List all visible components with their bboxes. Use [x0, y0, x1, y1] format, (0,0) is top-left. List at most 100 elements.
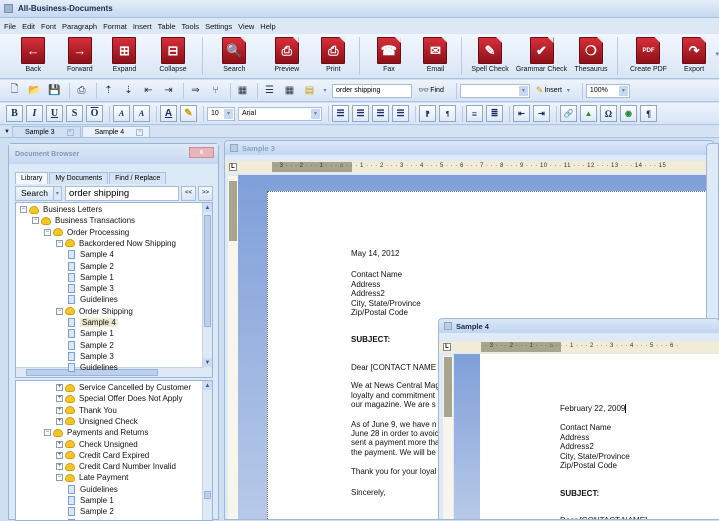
scroll-up-icon[interactable]: ▲ — [203, 381, 212, 390]
window-icon[interactable] — [230, 144, 238, 152]
tree-folder[interactable]: +Thank You — [56, 405, 117, 416]
collapse-node-icon[interactable]: − — [20, 206, 27, 213]
menu-file[interactable]: File — [4, 22, 16, 31]
menu-table[interactable]: Table — [158, 22, 176, 31]
bullet-list-button[interactable]: ≡ — [466, 105, 483, 122]
menu-view[interactable]: View — [238, 22, 254, 31]
find-button[interactable]: 👓Find — [415, 82, 447, 99]
font-size-select[interactable]: 10▾ — [207, 107, 235, 121]
expand-node-icon[interactable]: + — [56, 441, 63, 448]
highlight-button[interactable]: ✎ — [180, 105, 197, 122]
insert-link-button[interactable]: 🔗 — [560, 105, 577, 122]
tree-folder[interactable]: −Business Letters — [20, 204, 102, 215]
collapse-node-icon[interactable]: − — [32, 217, 39, 224]
browser-tab-my-documents[interactable]: My Documents — [49, 172, 108, 184]
grammar-check-button[interactable]: ✔Grammar Check — [514, 34, 568, 79]
zoom-select[interactable]: 100%▾ — [586, 84, 630, 98]
tree-document[interactable]: Sample 4 — [56, 249, 114, 260]
export-button[interactable]: ↷Export — [675, 34, 714, 79]
font-name-select[interactable]: Arial▾ — [238, 107, 322, 121]
tree-document[interactable]: Sample 1 — [56, 495, 114, 506]
italic-button[interactable]: I — [26, 105, 43, 122]
style-select[interactable]: ▾ — [460, 84, 530, 98]
tree-document[interactable]: Guidelines — [56, 294, 118, 305]
horizontal-ruler[interactable]: L · 3 · · · 2 · · · 1 · · · ⌂ · · · 1 · … — [225, 161, 714, 173]
expand-node-icon[interactable]: + — [56, 407, 63, 414]
numbered-list-button[interactable]: ≣ — [486, 105, 503, 122]
browser-tab-library[interactable]: Library — [15, 172, 48, 184]
new-document-icon[interactable]: 🗋 — [6, 82, 23, 99]
window-icon[interactable] — [444, 322, 452, 330]
browser-tab-find-replace[interactable]: Find / Replace — [109, 172, 166, 184]
menu-tools[interactable]: Tools — [182, 22, 200, 31]
search-button[interactable]: Search — [15, 186, 54, 201]
chevron-down-icon[interactable]: ▾ — [54, 186, 62, 201]
document-page[interactable]: February 22, 2009Contact NameAddressAddr… — [480, 354, 719, 520]
expand-node-icon[interactable]: + — [56, 395, 63, 402]
tree-document[interactable]: Sample 1 — [56, 328, 114, 339]
tab-list-dropdown-icon[interactable]: ▼ — [2, 126, 12, 137]
scrollbar-thumb[interactable] — [204, 215, 211, 327]
menu-insert[interactable]: Insert — [133, 22, 152, 31]
tree-document[interactable]: Sample 3 — [56, 283, 114, 294]
tab-sample-3[interactable]: Sample 3× — [12, 126, 81, 137]
scroll-down-icon[interactable]: ▼ — [203, 358, 212, 367]
tree-document[interactable]: Sample 2 — [56, 261, 114, 272]
vertical-scrollbar[interactable]: ▲ ▼ — [202, 203, 212, 377]
expand-button[interactable]: ⊞Expand — [101, 34, 148, 79]
tree-document[interactable]: Sample 4 — [56, 317, 118, 328]
collapse-node-icon[interactable]: − — [56, 240, 63, 247]
align-left-button[interactable]: ☰ — [332, 105, 349, 122]
indent-right-icon[interactable]: ⇥ — [160, 82, 177, 99]
insert-symbol-button[interactable]: Ω — [600, 105, 617, 122]
tree-folder[interactable]: −Late Payment — [56, 472, 128, 483]
close-tab-icon[interactable]: × — [136, 129, 143, 136]
collapse-node-icon[interactable]: − — [44, 229, 51, 236]
email-button[interactable]: ✉Email — [414, 34, 457, 79]
create-pdf-button[interactable]: PDFCreate PDF — [622, 34, 674, 79]
toolbar-more-icon[interactable]: ▾ — [716, 50, 719, 58]
table-rows-icon[interactable]: ☰ — [261, 82, 278, 99]
tree-document[interactable]: Sample 2 — [56, 506, 114, 517]
font-color-button[interactable]: A — [160, 105, 177, 122]
scroll-up-icon[interactable]: ▲ — [203, 203, 212, 212]
vertical-ruler[interactable] — [228, 176, 238, 520]
open-folder-icon[interactable]: 📂 — [26, 82, 43, 99]
next-result-button[interactable]: >> — [198, 186, 213, 201]
web-button[interactable]: ◉ — [620, 105, 637, 122]
collapse-button[interactable]: ⊟Collapse — [148, 34, 198, 79]
justify-button[interactable]: ☰ — [392, 105, 409, 122]
tab-stop-icon[interactable]: L — [443, 343, 451, 351]
tree-folder[interactable]: +Special Offer Does Not Apply — [56, 393, 182, 404]
menu-format[interactable]: Format — [103, 22, 127, 31]
preview-button[interactable]: ⎙Preview — [262, 34, 312, 79]
expand-node-icon[interactable]: + — [56, 452, 63, 459]
back-button[interactable]: ←Back — [8, 34, 58, 79]
tree-folder[interactable]: +Check Unsigned — [56, 439, 138, 450]
overline-button[interactable]: O — [86, 105, 103, 122]
table-grid-icon[interactable]: ▦ — [281, 82, 298, 99]
tree-folder[interactable]: −Order Shipping — [56, 306, 133, 317]
scrollbar-thumb[interactable] — [204, 491, 211, 499]
tree-document[interactable]: Sample 1 — [56, 272, 114, 283]
move-right-icon[interactable]: ⇒ — [187, 82, 204, 99]
app-icon[interactable] — [4, 4, 13, 13]
indent-left-icon[interactable]: ⇤ — [140, 82, 157, 99]
thesaurus-button[interactable]: ❍Thesaurus — [569, 34, 614, 79]
find-input[interactable]: order shipping — [332, 84, 412, 98]
menu-help[interactable]: Help — [260, 22, 275, 31]
show-formatting-button[interactable]: ¶ — [640, 105, 657, 122]
split-icon[interactable]: ⑂ — [207, 82, 224, 99]
expand-node-icon[interactable]: + — [56, 418, 63, 425]
tree-document[interactable]: Sample 3 — [56, 351, 114, 362]
move-up-icon[interactable]: ⇡ — [100, 82, 117, 99]
previous-result-button[interactable]: << — [181, 186, 196, 201]
font-grow-button[interactable]: A — [113, 105, 130, 122]
menu-edit[interactable]: Edit — [22, 22, 35, 31]
insert-button[interactable]: ✎Insert▾ — [533, 82, 573, 99]
tree-folder[interactable]: +Credit Card Number Invalid — [56, 461, 176, 472]
tree-folder[interactable]: −Order Processing — [44, 227, 129, 238]
align-right-button[interactable]: ☰ — [372, 105, 389, 122]
decrease-indent-button[interactable]: ⇤ — [513, 105, 530, 122]
collapse-node-icon[interactable]: − — [56, 308, 63, 315]
